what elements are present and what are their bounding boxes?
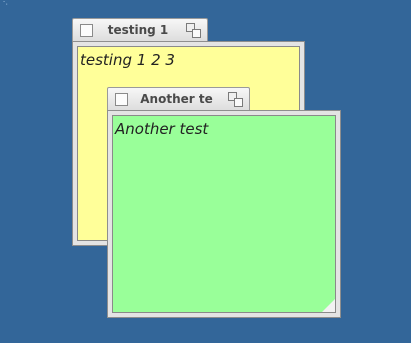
- note-2-title-tab[interactable]: Another te: [107, 87, 250, 111]
- note-2-title: Another te: [140, 92, 213, 106]
- note-1-title: testing 1: [107, 23, 169, 37]
- note-2-frame: Another test: [107, 110, 341, 318]
- note-2-text[interactable]: Another test: [115, 120, 208, 138]
- note-close-box-icon[interactable]: [115, 93, 128, 106]
- note-1-title-tab[interactable]: testing 1: [72, 18, 208, 42]
- note-2-paper[interactable]: Another test: [112, 115, 336, 313]
- desktop-corner-marks: ⋱: [0, 0, 9, 6]
- sticky-note-2[interactable]: Another te Another test: [107, 87, 341, 318]
- note-close-box-icon[interactable]: [80, 24, 93, 37]
- note-1-text[interactable]: testing 1 2 3: [80, 51, 175, 69]
- resize-corner-icon[interactable]: [322, 299, 335, 312]
- roll-up-icon[interactable]: [186, 23, 202, 39]
- roll-up-icon[interactable]: [228, 92, 244, 108]
